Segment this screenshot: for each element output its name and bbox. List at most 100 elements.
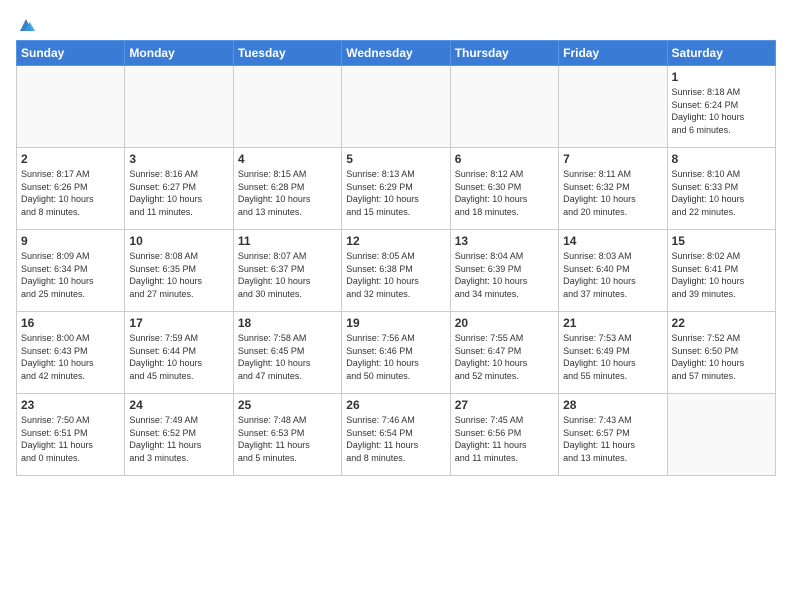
calendar-cell: 25 Sunrise: 7:48 AM Sunset: 6:53 PM Dayli… — [233, 394, 341, 476]
calendar-cell: 19Sunrise: 7:56 AM Sunset: 6:46 PM Dayli… — [342, 312, 450, 394]
calendar-cell: 14 Sunrise: 8:03 AM Sunset: 6:40 PM Dayli… — [559, 230, 667, 312]
calendar-cell: 8 Sunrise: 8:10 AM Sunset: 6:33 PM Daylig… — [667, 148, 775, 230]
day-info: Sunrise: 8:15 AM Sunset: 6:28 PM Dayligh… — [238, 168, 337, 218]
day-number: 19 — [346, 316, 445, 330]
header — [16, 12, 776, 34]
weekday-header: Monday — [125, 41, 233, 66]
day-number: 3 — [129, 152, 228, 166]
weekday-header: Sunday — [17, 41, 125, 66]
day-number: 20 — [455, 316, 554, 330]
weekday-header: Friday — [559, 41, 667, 66]
day-number: 9 — [21, 234, 120, 248]
calendar-cell: 17 Sunrise: 7:59 AM Sunset: 6:44 PM Dayli… — [125, 312, 233, 394]
day-info: Sunrise: 8:13 AM Sunset: 6:29 PM Dayligh… — [346, 168, 445, 218]
day-info: Sunrise: 7:43 AM Sunset: 6:57 PM Dayligh… — [563, 414, 662, 464]
day-number: 7 — [563, 152, 662, 166]
calendar-cell — [667, 394, 775, 476]
day-number: 11 — [238, 234, 337, 248]
calendar-cell: 5Sunrise: 8:13 AM Sunset: 6:29 PM Daylig… — [342, 148, 450, 230]
day-number: 12 — [346, 234, 445, 248]
day-number: 8 — [672, 152, 771, 166]
day-info: Sunrise: 8:05 AM Sunset: 6:38 PM Dayligh… — [346, 250, 445, 300]
calendar-cell: 9 Sunrise: 8:09 AM Sunset: 6:34 PM Daylig… — [17, 230, 125, 312]
day-number: 6 — [455, 152, 554, 166]
calendar-cell: 15Sunrise: 8:02 AM Sunset: 6:41 PM Dayli… — [667, 230, 775, 312]
day-number: 16 — [21, 316, 120, 330]
calendar-cell: 23 Sunrise: 7:50 AM Sunset: 6:51 PM Dayli… — [17, 394, 125, 476]
calendar-cell: 6 Sunrise: 8:12 AM Sunset: 6:30 PM Daylig… — [450, 148, 558, 230]
calendar-cell — [342, 66, 450, 148]
calendar-week-row: 9 Sunrise: 8:09 AM Sunset: 6:34 PM Daylig… — [17, 230, 776, 312]
calendar-cell: 21Sunrise: 7:53 AM Sunset: 6:49 PM Dayli… — [559, 312, 667, 394]
calendar-cell: 20 Sunrise: 7:55 AM Sunset: 6:47 PM Dayli… — [450, 312, 558, 394]
day-number: 28 — [563, 398, 662, 412]
day-number: 14 — [563, 234, 662, 248]
day-number: 22 — [672, 316, 771, 330]
day-info: Sunrise: 7:45 AM Sunset: 6:56 PM Dayligh… — [455, 414, 554, 464]
calendar-cell: 13 Sunrise: 8:04 AM Sunset: 6:39 PM Dayli… — [450, 230, 558, 312]
day-info: Sunrise: 7:49 AM Sunset: 6:52 PM Dayligh… — [129, 414, 228, 464]
day-info: Sunrise: 7:46 AM Sunset: 6:54 PM Dayligh… — [346, 414, 445, 464]
weekday-header: Tuesday — [233, 41, 341, 66]
calendar-cell: 16Sunrise: 8:00 AM Sunset: 6:43 PM Dayli… — [17, 312, 125, 394]
day-info: Sunrise: 7:50 AM Sunset: 6:51 PM Dayligh… — [21, 414, 120, 464]
day-info: Sunrise: 8:08 AM Sunset: 6:35 PM Dayligh… — [129, 250, 228, 300]
day-number: 23 — [21, 398, 120, 412]
page: SundayMondayTuesdayWednesdayThursdayFrid… — [0, 0, 792, 612]
day-number: 26 — [346, 398, 445, 412]
calendar-cell: 18 Sunrise: 7:58 AM Sunset: 6:45 PM Dayli… — [233, 312, 341, 394]
calendar-cell: 1 Sunrise: 8:18 AM Sunset: 6:24 PM Daylig… — [667, 66, 775, 148]
calendar-cell: 26 Sunrise: 7:46 AM Sunset: 6:54 PM Dayli… — [342, 394, 450, 476]
day-number: 1 — [672, 70, 771, 84]
calendar-header-row: SundayMondayTuesdayWednesdayThursdayFrid… — [17, 41, 776, 66]
calendar-table: SundayMondayTuesdayWednesdayThursdayFrid… — [16, 40, 776, 476]
calendar-cell — [559, 66, 667, 148]
weekday-header: Wednesday — [342, 41, 450, 66]
calendar-cell: 22 Sunrise: 7:52 AM Sunset: 6:50 PM Dayli… — [667, 312, 775, 394]
weekday-header: Thursday — [450, 41, 558, 66]
calendar-cell — [17, 66, 125, 148]
day-number: 10 — [129, 234, 228, 248]
day-info: Sunrise: 7:59 AM Sunset: 6:44 PM Dayligh… — [129, 332, 228, 382]
calendar-week-row: 1 Sunrise: 8:18 AM Sunset: 6:24 PM Daylig… — [17, 66, 776, 148]
day-info: Sunrise: 7:58 AM Sunset: 6:45 PM Dayligh… — [238, 332, 337, 382]
day-info: Sunrise: 8:17 AM Sunset: 6:26 PM Dayligh… — [21, 168, 120, 218]
calendar-cell: 12 Sunrise: 8:05 AM Sunset: 6:38 PM Dayli… — [342, 230, 450, 312]
calendar-cell: 27 Sunrise: 7:45 AM Sunset: 6:56 PM Dayli… — [450, 394, 558, 476]
day-info: Sunrise: 8:10 AM Sunset: 6:33 PM Dayligh… — [672, 168, 771, 218]
calendar-cell — [233, 66, 341, 148]
day-info: Sunrise: 8:09 AM Sunset: 6:34 PM Dayligh… — [21, 250, 120, 300]
weekday-header: Saturday — [667, 41, 775, 66]
day-number: 4 — [238, 152, 337, 166]
day-number: 2 — [21, 152, 120, 166]
day-info: Sunrise: 7:53 AM Sunset: 6:49 PM Dayligh… — [563, 332, 662, 382]
day-number: 18 — [238, 316, 337, 330]
day-info: Sunrise: 8:16 AM Sunset: 6:27 PM Dayligh… — [129, 168, 228, 218]
day-info: Sunrise: 8:18 AM Sunset: 6:24 PM Dayligh… — [672, 86, 771, 136]
calendar-cell: 11 Sunrise: 8:07 AM Sunset: 6:37 PM Dayli… — [233, 230, 341, 312]
calendar-week-row: 23 Sunrise: 7:50 AM Sunset: 6:51 PM Dayli… — [17, 394, 776, 476]
day-number: 17 — [129, 316, 228, 330]
day-info: Sunrise: 8:02 AM Sunset: 6:41 PM Dayligh… — [672, 250, 771, 300]
calendar-cell: 28 Sunrise: 7:43 AM Sunset: 6:57 PM Dayli… — [559, 394, 667, 476]
day-number: 25 — [238, 398, 337, 412]
day-info: Sunrise: 8:03 AM Sunset: 6:40 PM Dayligh… — [563, 250, 662, 300]
day-info: Sunrise: 7:52 AM Sunset: 6:50 PM Dayligh… — [672, 332, 771, 382]
day-number: 24 — [129, 398, 228, 412]
day-info: Sunrise: 8:07 AM Sunset: 6:37 PM Dayligh… — [238, 250, 337, 300]
logo-icon — [17, 16, 35, 34]
calendar-cell — [450, 66, 558, 148]
calendar-week-row: 16Sunrise: 8:00 AM Sunset: 6:43 PM Dayli… — [17, 312, 776, 394]
day-info: Sunrise: 7:48 AM Sunset: 6:53 PM Dayligh… — [238, 414, 337, 464]
day-info: Sunrise: 7:55 AM Sunset: 6:47 PM Dayligh… — [455, 332, 554, 382]
day-info: Sunrise: 8:12 AM Sunset: 6:30 PM Dayligh… — [455, 168, 554, 218]
calendar-week-row: 2 Sunrise: 8:17 AM Sunset: 6:26 PM Daylig… — [17, 148, 776, 230]
day-number: 27 — [455, 398, 554, 412]
calendar-cell: 7 Sunrise: 8:11 AM Sunset: 6:32 PM Daylig… — [559, 148, 667, 230]
day-info: Sunrise: 8:04 AM Sunset: 6:39 PM Dayligh… — [455, 250, 554, 300]
calendar-cell: 2 Sunrise: 8:17 AM Sunset: 6:26 PM Daylig… — [17, 148, 125, 230]
calendar-cell: 10 Sunrise: 8:08 AM Sunset: 6:35 PM Dayli… — [125, 230, 233, 312]
day-info: Sunrise: 8:11 AM Sunset: 6:32 PM Dayligh… — [563, 168, 662, 218]
calendar-cell — [125, 66, 233, 148]
day-number: 13 — [455, 234, 554, 248]
